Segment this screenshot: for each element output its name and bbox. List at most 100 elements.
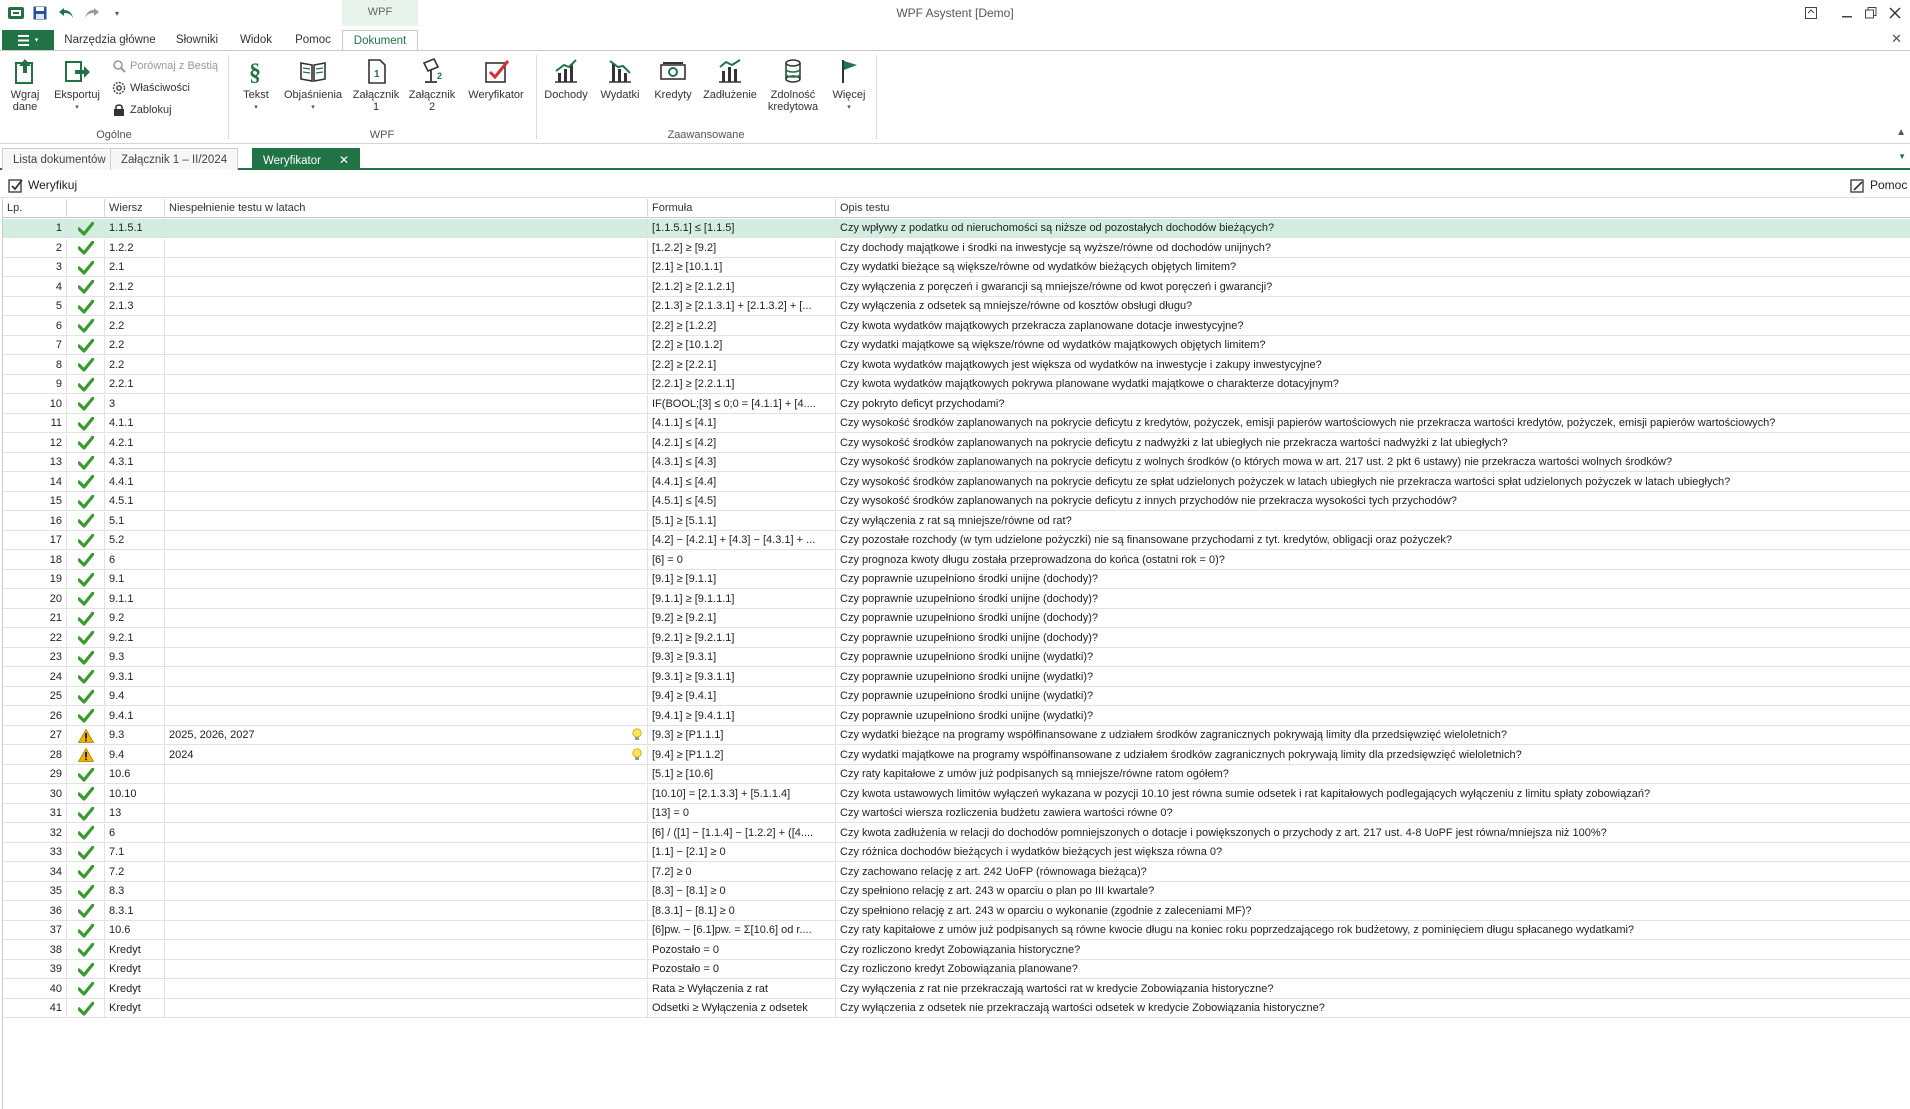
redo-icon[interactable] [82,4,102,22]
table-row[interactable]: 10 3 IF(BOOL;[3] ≤ 0;0 = [4.1.1] + [4.... C… [3,394,1910,414]
table-row[interactable]: 27 9.3 2025, 2026, 2027 [9.3] ≥ [P1.1.1] Czy… [3,726,1910,745]
table-row[interactable]: 16 5.1 [5.1] ≥ [5.1.1] Czy wyłączenia z rat… [3,511,1910,531]
table-row[interactable]: 6 2.2 [2.2] ≥ [1.2.2] Czy kwota wydatków ma… [3,316,1910,336]
doc-tab-weryfikator[interactable]: Weryfikator ✕ [252,148,361,170]
doc-tab-lista-dokumentow[interactable]: Lista dokumentów [2,148,117,170]
table-row[interactable]: 26 9.4.1 [9.4.1] ≥ [9.4.1.1] Czy poprawnie … [3,706,1910,726]
cell-niespelnienie [165,921,648,940]
table-row[interactable]: 23 9.3 [9.3] ≥ [9.3.1] Czy poprawnie uzupeł… [3,648,1910,667]
tab-pomoc[interactable]: Pomoc [288,30,338,50]
minimize-icon[interactable] [1836,3,1858,23]
cell-lp: 23 [3,648,67,667]
zdolnosc-kredytowa-button[interactable]: Zdolność kredytowa [762,57,824,113]
table-row[interactable]: 3 2.1 [2.1] ≥ [10.1.1] Czy wydatki bieżące … [3,258,1910,277]
table-row[interactable]: 18 6 [6] = 0 Czy prognoza kwoty długu zosta… [3,550,1910,570]
lightbulb-icon[interactable] [632,747,642,765]
doc-tab-zalacznik-1[interactable]: Załącznik 1 – II/2024 [110,148,239,170]
table-row[interactable]: 2 1.2.2 [1.2.2] ≥ [9.2] Czy dochody majątko… [3,238,1910,258]
porownaj-z-bestia-button[interactable]: Porównaj z Bestią [112,57,218,75]
table-row[interactable]: 14 4.4.1 [4.4.1] ≤ [4.4] Czy wysokość środk… [3,472,1910,492]
table-row[interactable]: 17 5.2 [4.2] − [4.2.1] + [4.3] − [4.3.1] +… [3,531,1910,550]
table-row[interactable]: 39 Kredyt Pozostało = 0 Czy rozliczono kred… [3,960,1910,979]
cell-formula: [8.3] − [8.1] ≥ 0 [648,882,836,901]
close-document-icon[interactable]: ✕ [1891,31,1902,47]
table-row[interactable]: 32 6 [6] / ([1] − [1.1.4] − [1.2.2] + ([4.… [3,823,1910,843]
table-row[interactable]: 4 2.1.2 [2.1.2] ≥ [2.1.2.1] Czy wyłączenia … [3,277,1910,297]
cell-opis: Czy wysokość środków zaplanowanych na po… [840,417,1776,429]
table-row[interactable]: 11 4.1.1 [4.1.1] ≤ [4.1] Czy wysokość środk… [3,414,1910,433]
table-row[interactable]: 29 10.6 [5.1] ≥ [10.6] Czy raty kapitałowe … [3,765,1910,784]
column-header-opis[interactable]: Opis testu [836,199,1910,218]
column-header-wiersz[interactable]: Wiersz [105,199,165,218]
table-row[interactable]: 30 10.10 [10.10] = [2.1.3.3] + [5.1.1.4] Cz… [3,784,1910,804]
column-header-lp[interactable]: Lp. [3,199,67,218]
file-menu-button[interactable]: ▾ [2,30,54,50]
save-icon[interactable] [30,4,50,22]
table-row[interactable]: 19 9.1 [9.1] ≥ [9.1.1] Czy poprawnie uzupeł… [3,570,1910,589]
close-window-icon[interactable] [1884,3,1906,23]
tab-dokument[interactable]: Dokument [342,30,418,51]
tekst-button[interactable]: § Tekst ▾ [236,57,276,114]
table-row[interactable]: 20 9.1.1 [9.1.1] ≥ [9.1.1.1] Czy poprawnie … [3,589,1910,609]
table-row[interactable]: 7 2.2 [2.2] ≥ [10.1.2] Czy wydatki majątkow… [3,336,1910,355]
customize-quick-access-icon[interactable]: ▾ [110,4,124,22]
weryfikuj-button[interactable]: Weryfikuj [8,176,77,194]
table-row[interactable]: 5 2.1.3 [2.1.3] ≥ [2.1.3.1] + [2.1.3.2] + … [3,297,1910,316]
table-row[interactable]: 40 Kredyt Rata ≥ Wyłączenia z rat Czy wyłąc… [3,979,1910,999]
cell-lp: 2 [3,238,67,258]
column-header-niespelnienie[interactable]: Niespełnienie testu w latach [165,199,648,218]
table-row[interactable]: 36 8.3.1 [8.3.1] − [8.1] ≥ 0 Czy spełniono … [3,901,1910,921]
table-row[interactable]: 24 9.3.1 [9.3.1] ≥ [9.3.1.1] Czy poprawnie … [3,667,1910,687]
tab-list-dropdown-icon[interactable]: ▼ [1898,152,1906,161]
table-row[interactable]: 9 2.2.1 [2.2.1] ≥ [2.2.1.1] Czy kwota wydat… [3,375,1910,394]
wydatki-button[interactable]: Wydatki [596,57,644,101]
pomoc-button[interactable]: Pomoc [1850,176,1907,194]
table-row[interactable]: 12 4.2.1 [4.2.1] ≤ [4.2] Czy wysokość środk… [3,433,1910,453]
table-row[interactable]: 15 4.5.1 [4.5.1] ≤ [4.5] Czy wysokość środk… [3,492,1910,511]
table-row[interactable]: 25 9.4 [9.4] ≥ [9.4.1] Czy poprawnie uzupeł… [3,687,1910,706]
table-row[interactable]: 35 8.3 [8.3] − [8.1] ≥ 0 Czy spełniono rela… [3,882,1910,901]
weryfikator-button[interactable]: Weryfikator [462,57,530,101]
zalacznik-2-button[interactable]: 2 Załącznik 2 [406,57,458,113]
objasnienia-button[interactable]: Objaśnienia ▾ [282,57,344,114]
kredyty-button[interactable]: Kredyty [648,57,698,101]
upload-icon [15,59,33,84]
lightbulb-icon[interactable] [632,728,642,745]
table-row[interactable]: 1 1.1.5.1 [1.1.5.1] ≤ [1.1.5] Czy wpływy z … [3,219,1910,238]
cell-opis: Czy spełniono relację z art. 243 w oparc… [840,904,1252,917]
wlasciwosci-button[interactable]: Właściwości [112,79,190,97]
zadluzenie-button[interactable]: Zadłużenie [702,57,758,101]
tab-slowniki[interactable]: Słowniki [168,30,226,50]
table-row[interactable]: 41 Kredyt Odsetki ≥ Wyłączenia z odsetek Cz… [3,999,1910,1018]
cell-opis: Czy różnica dochodów bieżących i wydatkó… [840,846,1223,858]
doc-tab-label: Załącznik 1 – II/2024 [121,154,228,166]
undo-icon[interactable] [56,4,76,22]
tab-narzedzia-glowne[interactable]: Narzędzia główne [60,30,160,50]
close-tab-icon[interactable]: ✕ [339,153,349,167]
restore-panel-icon[interactable] [1800,3,1822,23]
table-row[interactable]: 34 7.2 [7.2] ≥ 0 Czy zachowano relację z ar… [3,862,1910,882]
column-header-status[interactable] [67,199,105,218]
collapse-ribbon-icon[interactable]: ▲ [1896,127,1906,138]
tab-widok[interactable]: Widok [232,30,280,50]
maximize-icon[interactable] [1860,3,1882,23]
table-row[interactable]: 28 9.4 2024 [9.4] ≥ [P1.1.2] Czy wydatki maj… [3,745,1910,765]
table-row[interactable]: 37 10.6 [6]pw. − [6.1]pw. = Σ[10.6] od r..… [3,921,1910,940]
eksportuj-button[interactable]: Eksportuj ▾ [52,57,102,114]
table-row[interactable]: 21 9.2 [9.2] ≥ [9.2.1] Czy poprawnie uzupeł… [3,609,1910,628]
dochody-label: Dochody [544,89,588,101]
zalacznik-1-button[interactable]: 1 Załącznik 1 [350,57,402,113]
wiecej-button[interactable]: Więcej ▾ [828,57,870,114]
table-row[interactable]: 22 9.2.1 [9.2.1] ≥ [9.2.1.1] Czy poprawnie … [3,628,1910,648]
cell-niespelnienie [165,609,648,628]
wgraj-dane-button[interactable]: Wgraj dane [6,57,44,113]
column-header-formula[interactable]: Formuła [648,199,836,218]
zablokuj-button[interactable]: Zablokuj [112,101,172,119]
table-row[interactable]: 33 7.1 [1.1] − [2.1] ≥ 0 Czy różnica dochod… [3,843,1910,862]
table-row[interactable]: 13 4.3.1 [4.3.1] ≤ [4.3] Czy wysokość środk… [3,453,1910,472]
group-separator [876,55,877,139]
dochody-button[interactable]: Dochody [542,57,590,101]
table-row[interactable]: 8 2.2 [2.2] ≥ [2.2.1] Czy kwota wydatków ma… [3,355,1910,375]
table-row[interactable]: 38 Kredyt Pozostało = 0 Czy rozliczono kred… [3,940,1910,960]
table-row[interactable]: 31 13 [13] = 0 Czy wartości wiersza rozlicz… [3,804,1910,823]
